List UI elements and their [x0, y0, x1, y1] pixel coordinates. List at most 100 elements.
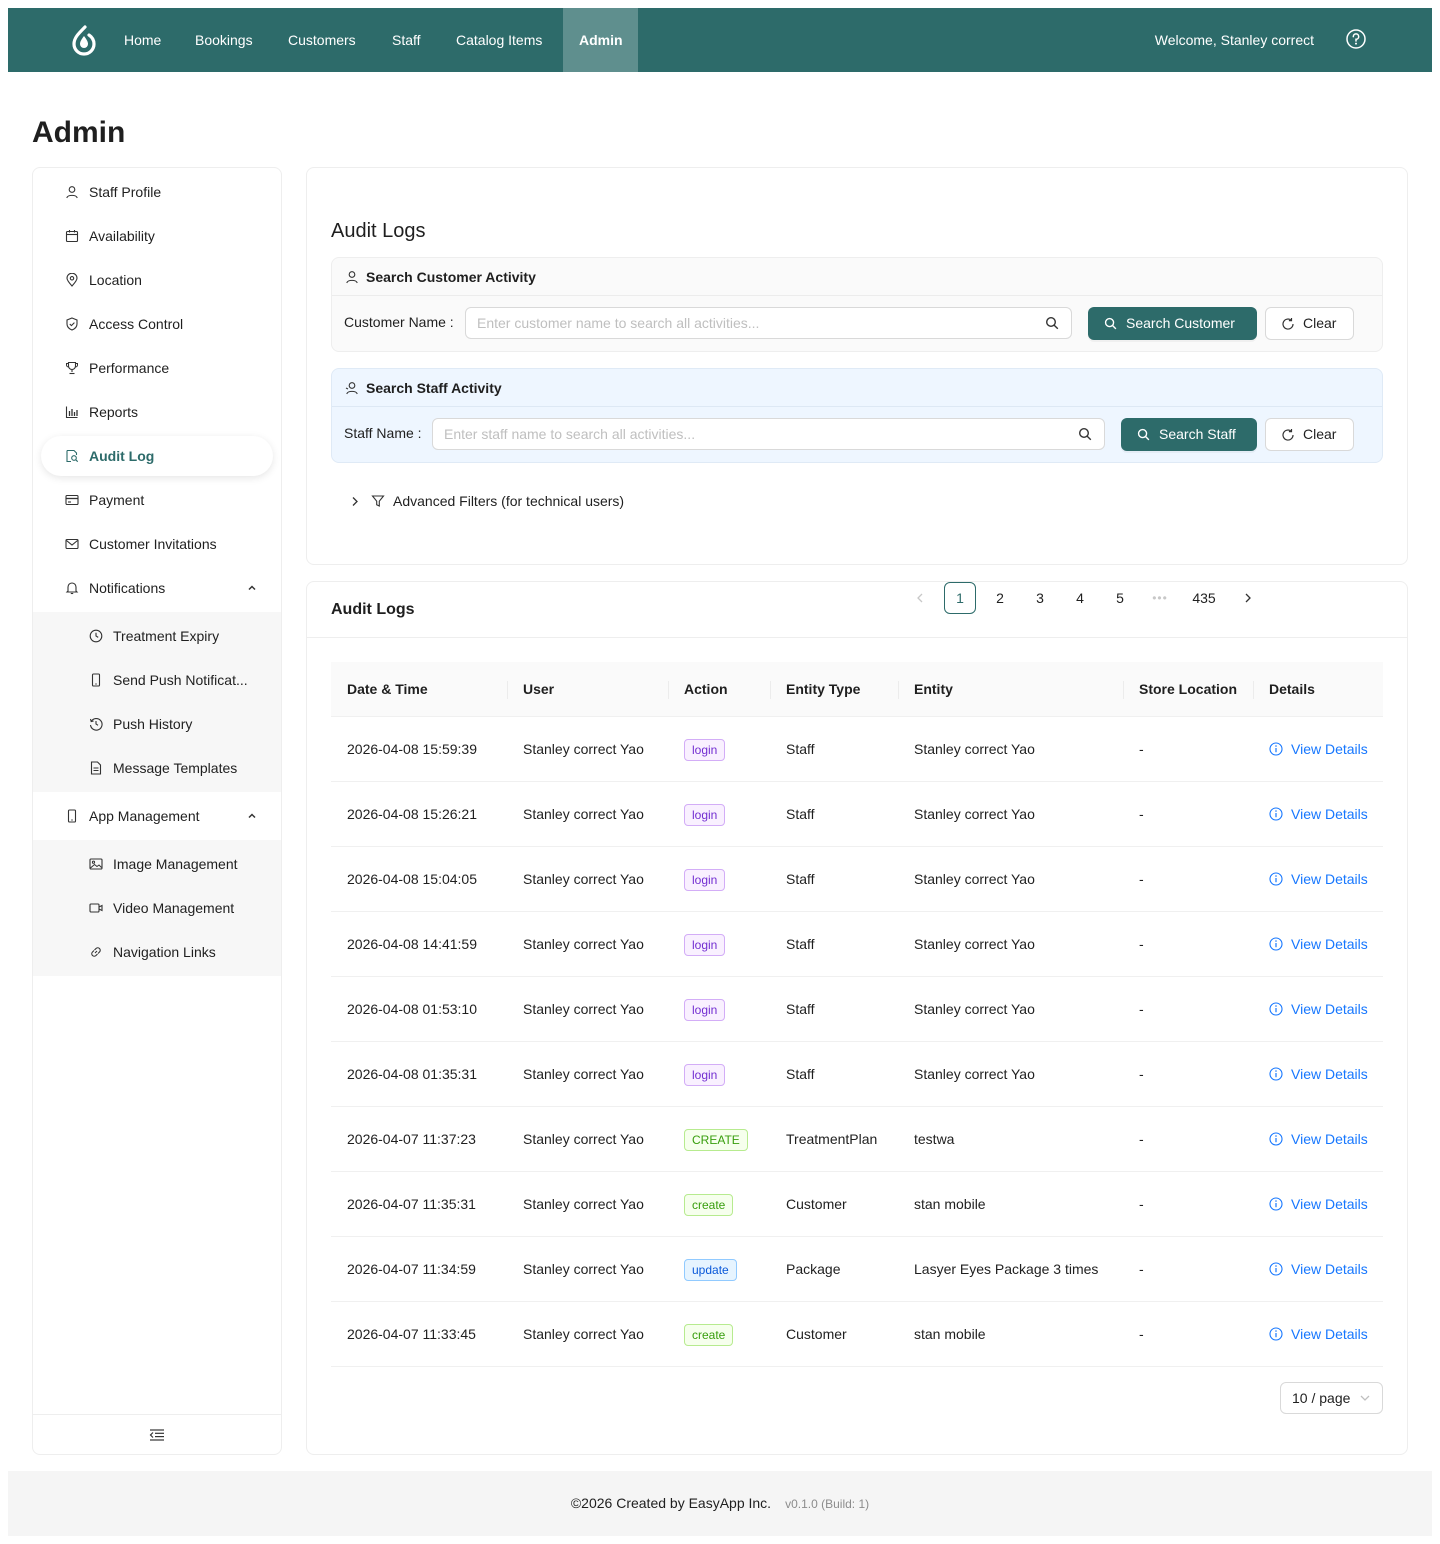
nav-staff[interactable]: Staff — [376, 8, 437, 72]
sidebar-item-staff-profile[interactable]: Staff Profile — [41, 172, 273, 212]
view-details-link[interactable]: View Details — [1269, 1001, 1368, 1017]
info-circle-icon — [1269, 872, 1283, 886]
search-staff-button[interactable]: Search Staff — [1121, 418, 1257, 451]
audit-logs-card: Audit Logs Date & Time User Action Entit… — [306, 581, 1408, 1455]
page-5-button[interactable]: 5 — [1104, 582, 1136, 614]
sidebar-item-navigation-links[interactable]: Navigation Links — [41, 932, 273, 972]
search-customer-button[interactable]: Search Customer — [1088, 307, 1257, 340]
sidebar-item-reports[interactable]: Reports — [41, 392, 273, 432]
chevron-down-icon — [1360, 1395, 1370, 1401]
column-header-entity-type[interactable]: Entity Type — [770, 662, 860, 717]
view-details-link[interactable]: View Details — [1269, 806, 1368, 822]
cell-details[interactable]: View Details — [1253, 847, 1368, 912]
help-icon[interactable] — [1346, 29, 1366, 49]
page-4-button[interactable]: 4 — [1064, 582, 1096, 614]
nav-home[interactable]: Home — [108, 8, 177, 72]
info-circle-icon — [1269, 1002, 1283, 1016]
cell-entity-type: Staff — [786, 1066, 815, 1082]
cell-datetime: 2026-04-08 14:41:59 — [347, 936, 477, 952]
app-management-submenu: Image Management Video Management Naviga… — [33, 840, 281, 976]
reload-icon — [1282, 318, 1294, 330]
view-details-link[interactable]: View Details — [1269, 1261, 1368, 1277]
clear-customer-button[interactable]: Clear — [1265, 307, 1354, 340]
search-icon[interactable] — [1078, 427, 1092, 441]
next-page-button[interactable] — [1232, 582, 1264, 614]
nav-customers[interactable]: Customers — [272, 8, 372, 72]
sidebar-item-image-management[interactable]: Image Management — [41, 844, 273, 884]
action-tag: login — [684, 934, 726, 957]
pagination-ellipsis[interactable]: ••• — [1144, 582, 1176, 614]
bell-icon — [65, 582, 79, 595]
cell-details[interactable]: View Details — [1253, 1172, 1368, 1237]
cell-details[interactable]: View Details — [1253, 717, 1368, 782]
search-icon[interactable] — [1045, 316, 1059, 330]
cell-details[interactable]: View Details — [1253, 912, 1368, 977]
view-details-link[interactable]: View Details — [1269, 1066, 1368, 1082]
action-tag: create — [684, 1324, 734, 1347]
nav-bookings[interactable]: Bookings — [179, 8, 269, 72]
staff-name-input[interactable]: Enter staff name to search all activitie… — [432, 418, 1105, 450]
page-2-button[interactable]: 2 — [984, 582, 1016, 614]
staff-name-label: Staff Name : — [344, 425, 422, 441]
view-details-link[interactable]: View Details — [1269, 936, 1368, 952]
sidebar-item-availability[interactable]: Availability — [41, 216, 273, 256]
nav-catalog-items[interactable]: Catalog Items — [440, 8, 558, 72]
chevron-left-icon — [917, 593, 923, 603]
cell-datetime: 2026-04-07 11:33:45 — [347, 1326, 476, 1342]
sidebar-item-label: Push History — [113, 716, 193, 732]
sidebar-item-access-control[interactable]: Access Control — [41, 304, 273, 344]
column-header-datetime[interactable]: Date & Time — [331, 662, 428, 717]
sidebar-item-send-push-notification[interactable]: Send Push Notificat... — [41, 660, 273, 700]
view-details-link[interactable]: View Details — [1269, 1326, 1368, 1342]
cell-details[interactable]: View Details — [1253, 1302, 1368, 1367]
nav-admin[interactable]: Admin — [563, 8, 638, 72]
sidebar-item-video-management[interactable]: Video Management — [41, 888, 273, 928]
staff-search-panel: Search Staff Activity Staff Name : Enter… — [331, 368, 1383, 463]
column-header-details[interactable]: Details — [1253, 662, 1315, 717]
page-last-button[interactable]: 435 — [1184, 582, 1224, 614]
view-details-link[interactable]: View Details — [1269, 741, 1368, 757]
cell-details[interactable]: View Details — [1253, 977, 1368, 1042]
view-details-link[interactable]: View Details — [1269, 1131, 1368, 1147]
cell-details[interactable]: View Details — [1253, 782, 1368, 847]
sidebar-item-push-history[interactable]: Push History — [41, 704, 273, 744]
cell-entity: stan mobile — [914, 1196, 986, 1212]
sidebar-item-label: Performance — [89, 360, 170, 376]
cell-details[interactable]: View Details — [1253, 1042, 1368, 1107]
sidebar-item-treatment-expiry[interactable]: Treatment Expiry — [41, 616, 273, 656]
sidebar-item-performance[interactable]: Performance — [41, 348, 273, 388]
column-header-user[interactable]: User — [507, 662, 554, 717]
cell-action: login — [668, 912, 726, 977]
cell-entity-type: Staff — [786, 871, 815, 887]
customer-search-heading-text: Search Customer Activity — [366, 269, 536, 285]
sidebar-item-notifications[interactable]: Notifications — [41, 568, 273, 608]
mail-icon — [65, 538, 79, 550]
prev-page-button[interactable] — [904, 582, 936, 614]
brand-logo-icon[interactable] — [70, 24, 98, 56]
cell-user: Stanley correct Yao — [523, 936, 644, 952]
cell-details[interactable]: View Details — [1253, 1107, 1368, 1172]
sidebar-item-location[interactable]: Location — [41, 260, 273, 300]
team-icon — [345, 382, 358, 395]
clear-staff-button[interactable]: Clear — [1265, 418, 1354, 451]
calendar-icon — [65, 230, 79, 243]
page-3-button[interactable]: 3 — [1024, 582, 1056, 614]
column-header-store-location[interactable]: Store Location — [1123, 662, 1237, 717]
page-size-select[interactable]: 10 / page — [1280, 1382, 1383, 1414]
chevron-right-icon — [352, 497, 358, 506]
cell-entity-type: Staff — [786, 741, 815, 757]
customer-name-input[interactable]: Enter customer name to search all activi… — [465, 307, 1072, 339]
cell-details[interactable]: View Details — [1253, 1237, 1368, 1302]
sidebar-item-app-management[interactable]: App Management — [41, 796, 273, 836]
sidebar-item-payment[interactable]: Payment — [41, 480, 273, 520]
view-details-link[interactable]: View Details — [1269, 871, 1368, 887]
sidebar-item-customer-invitations[interactable]: Customer Invitations — [41, 524, 273, 564]
view-details-link[interactable]: View Details — [1269, 1196, 1368, 1212]
page-1-button[interactable]: 1 — [944, 582, 976, 614]
sidebar-item-message-templates[interactable]: Message Templates — [41, 748, 273, 788]
sidebar-item-audit-log[interactable]: Audit Log — [41, 436, 273, 476]
column-header-action[interactable]: Action — [668, 662, 728, 717]
column-header-entity[interactable]: Entity — [898, 662, 953, 717]
advanced-filters-toggle[interactable]: Advanced Filters (for technical users) — [347, 493, 624, 509]
sidebar-collapse-toggle[interactable] — [33, 1414, 281, 1454]
